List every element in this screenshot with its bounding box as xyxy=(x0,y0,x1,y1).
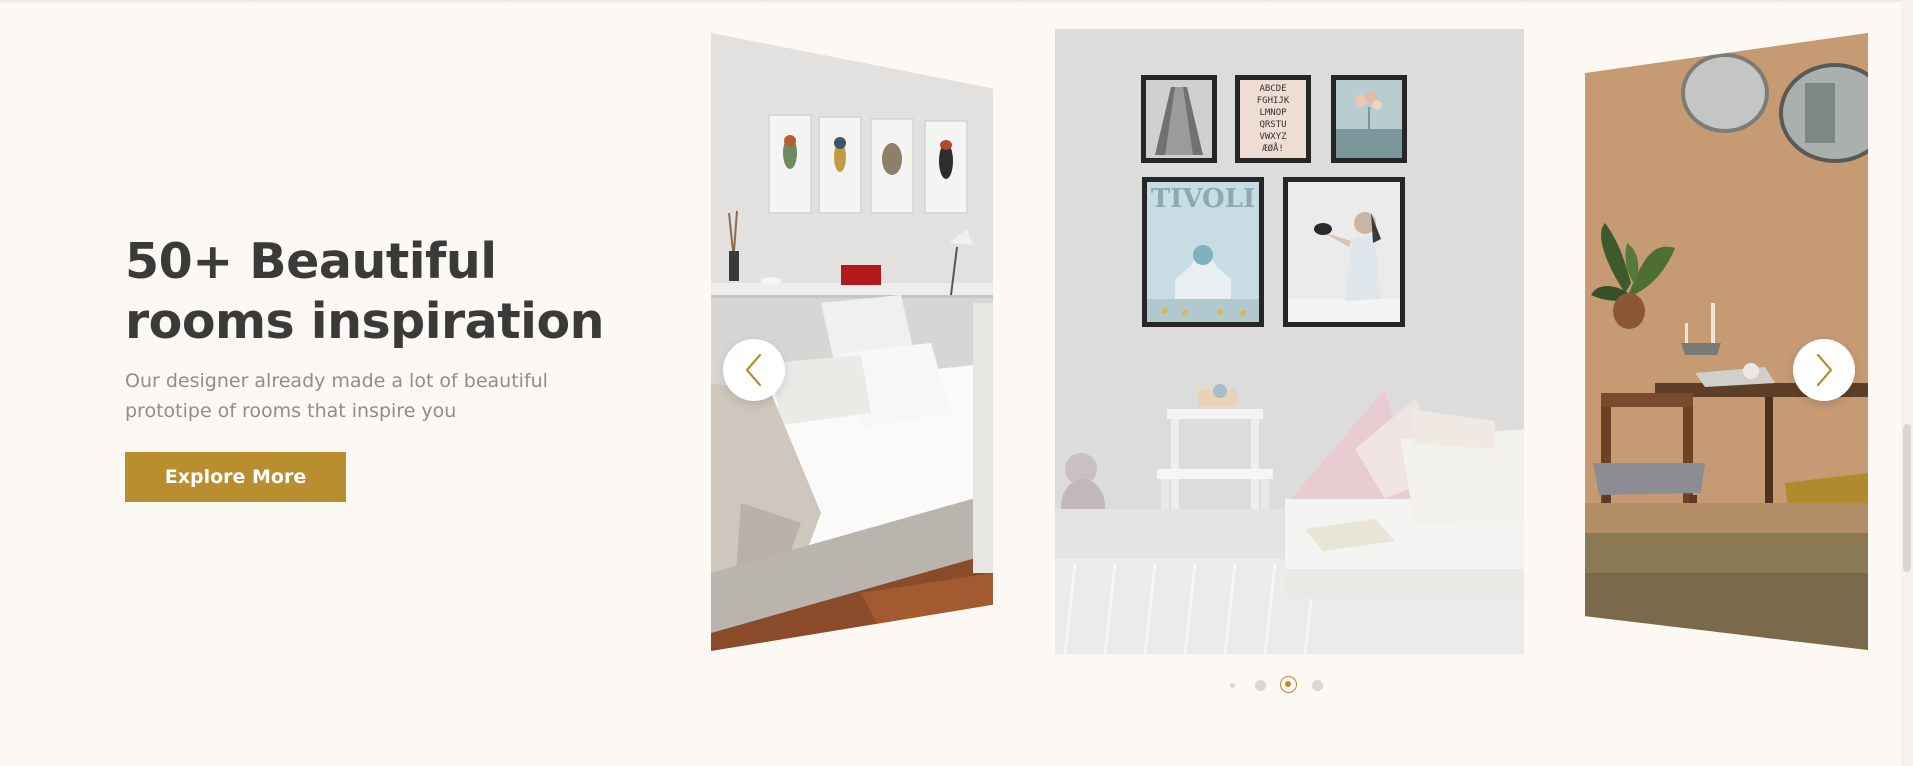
alphabet-row-1: ABCDE xyxy=(1259,84,1286,94)
alphabet-row-2: FGHIJK xyxy=(1257,96,1290,106)
promo-block: 50+ Beautiful rooms inspiration Our desi… xyxy=(125,232,665,426)
alphabet-row-6: ÆØÅ! xyxy=(1262,142,1284,154)
section-title: 50+ Beautiful rooms inspiration xyxy=(125,233,605,350)
alphabet-row-3: LMNOP xyxy=(1259,108,1287,118)
chevron-left-icon xyxy=(745,353,762,387)
active-dot-center xyxy=(1285,681,1291,687)
slide-kids-room[interactable]: ABCDE FGHIJK LMNOP QRSTU VWXYZ ÆØÅ! TIVO… xyxy=(1055,29,1524,654)
carousel-prev-button[interactable] xyxy=(723,339,785,401)
carousel-dot-3-active[interactable] xyxy=(1280,676,1297,693)
header-shadow xyxy=(0,0,1913,3)
page-scrollbar[interactable] xyxy=(1901,0,1913,766)
carousel-dot-4[interactable] xyxy=(1312,680,1323,691)
carousel-dot-2[interactable] xyxy=(1255,680,1266,691)
tivoli-poster-text: TIVOLI xyxy=(1151,184,1255,214)
scrollbar-thumb[interactable] xyxy=(1903,424,1911,572)
kids-room-image: ABCDE FGHIJK LMNOP QRSTU VWXYZ ÆØÅ! TIVO… xyxy=(1055,29,1524,654)
carousel-pagination xyxy=(1222,675,1323,697)
alphabet-row-4: QRSTU xyxy=(1259,120,1286,130)
carousel-next-button[interactable] xyxy=(1793,339,1855,401)
carousel-dot-1[interactable] xyxy=(1230,683,1235,688)
explore-more-button[interactable]: Explore More xyxy=(125,452,346,502)
chevron-right-icon xyxy=(1816,353,1833,387)
rooms-inspiration-section: 50+ Beautiful rooms inspiration Our desi… xyxy=(0,0,1913,766)
section-description: Our designer already made a lot of beaut… xyxy=(125,370,548,422)
alphabet-row-5: VWXYZ xyxy=(1259,132,1287,142)
